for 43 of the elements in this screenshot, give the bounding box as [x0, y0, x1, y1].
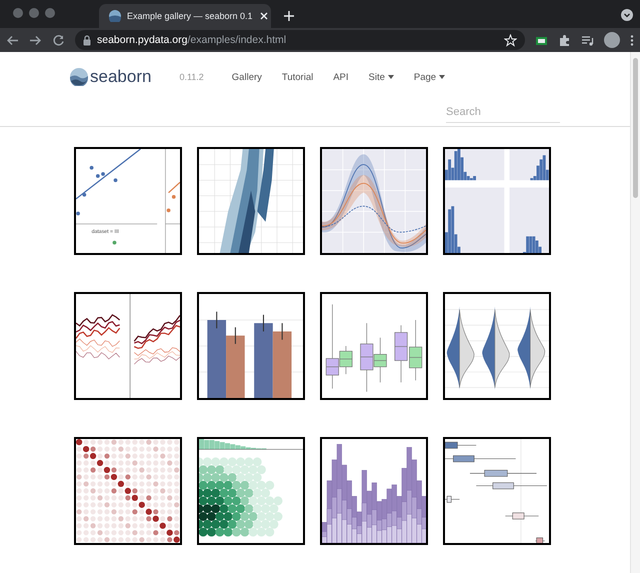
caret-icon [439, 75, 446, 79]
address-bar[interactable]: seaborn.pydata.org/examples/index.html [75, 30, 525, 50]
globe-icon [109, 10, 121, 22]
star-icon[interactable] [504, 34, 517, 46]
nav-link[interactable]: Tutorial [282, 72, 314, 82]
tab-title: Example gallery — seaborn 0.1 [127, 11, 253, 21]
lock-icon [83, 34, 91, 46]
histogram-grid-thumbnail[interactable] [443, 147, 551, 255]
violin-plot-thumbnail[interactable] [443, 292, 551, 400]
nav-link[interactable]: Gallery [232, 72, 262, 82]
reload-icon[interactable] [52, 34, 65, 46]
dot-matrix-thumbnail[interactable] [74, 437, 182, 545]
nav-dropdown[interactable]: Site [368, 72, 394, 82]
line-plot-thumbnail[interactable] [74, 292, 182, 400]
caret-icon [388, 75, 394, 79]
forward-icon[interactable] [29, 34, 42, 46]
browser-tab[interactable]: Example gallery — seaborn 0.1 [99, 4, 271, 28]
version-label: 0.11.2 [179, 72, 204, 82]
url-text: seaborn.pydata.org/examples/index.html [97, 34, 288, 46]
box-plot-thumbnail[interactable] [443, 437, 551, 545]
nav-label: Site [368, 72, 385, 82]
new-tab-icon[interactable] [283, 10, 295, 22]
brand-name: seaborn [90, 67, 152, 87]
scrollbar-thumb[interactable] [633, 58, 638, 198]
scatter-plot-thumbnail[interactable] [197, 147, 305, 255]
stacked-histogram-thumbnail[interactable] [320, 437, 428, 545]
nav-label: Page [414, 72, 436, 82]
playlist-icon[interactable] [581, 34, 594, 46]
chevron-icon[interactable] [621, 9, 633, 21]
nav-link[interactable]: API [333, 72, 349, 82]
profile-avatar[interactable] [604, 32, 620, 48]
box-plot-thumbnail[interactable] [320, 292, 428, 400]
bar-chart-thumbnail[interactable] [197, 292, 305, 400]
menu-icon[interactable] [630, 34, 634, 46]
puzzle-icon[interactable] [558, 34, 571, 46]
logo-icon [70, 68, 88, 86]
brand-link[interactable]: seaborn [70, 67, 152, 87]
hexbin-plot-thumbnail[interactable] [197, 437, 305, 545]
nav-dropdown[interactable]: Page [414, 72, 446, 82]
search-field[interactable]: Search [446, 104, 560, 123]
line-plot-thumbnail[interactable] [320, 147, 428, 255]
close-icon[interactable] [258, 11, 269, 21]
back-icon[interactable] [6, 34, 19, 46]
